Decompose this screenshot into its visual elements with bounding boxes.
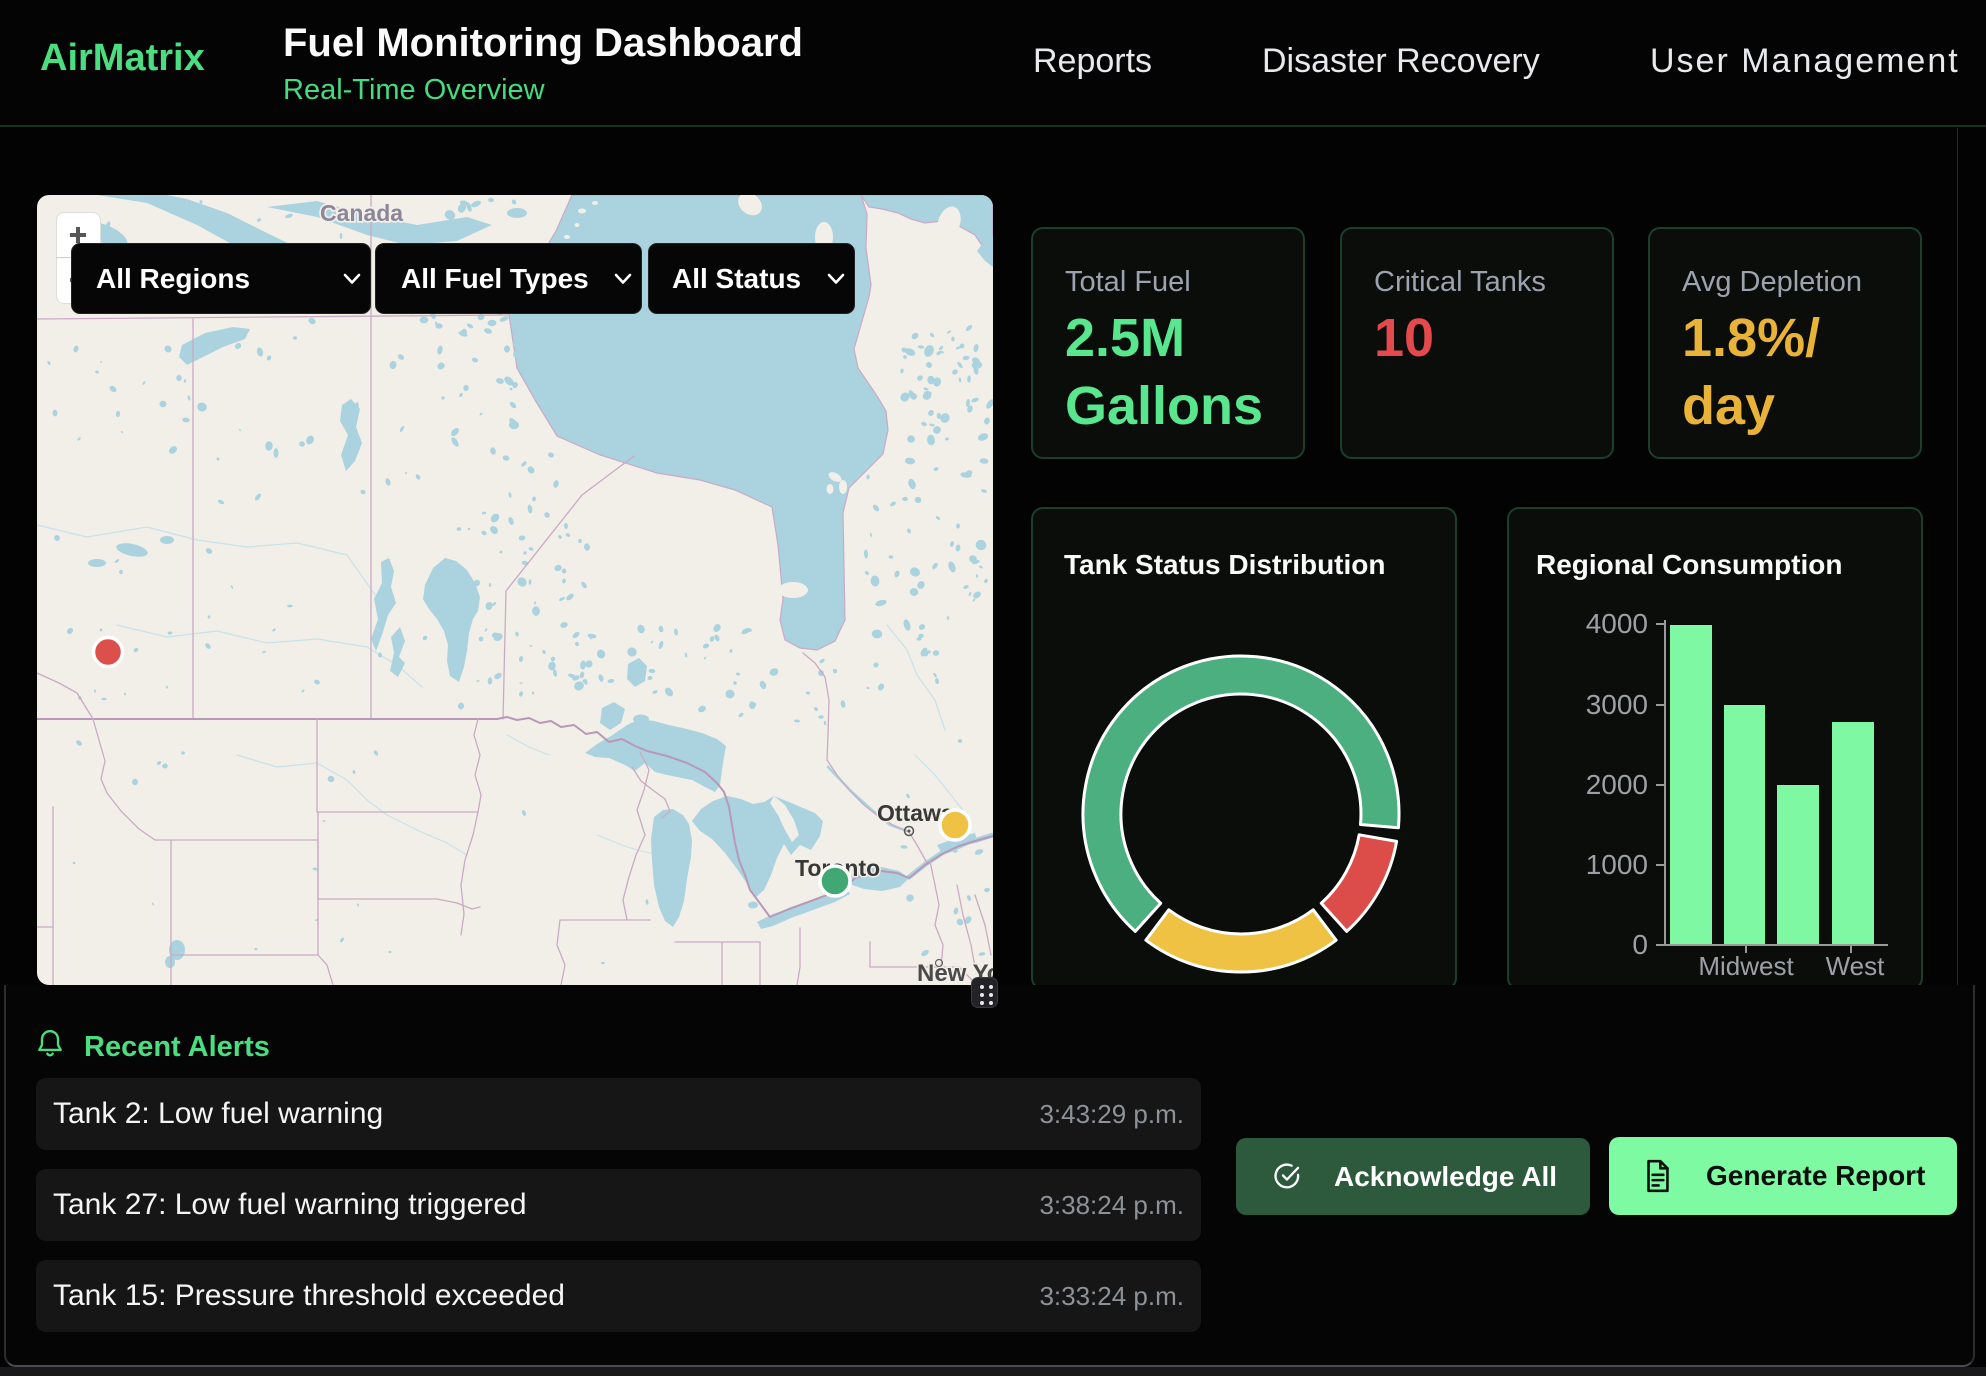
svg-text:Canada: Canada [320,200,403,226]
